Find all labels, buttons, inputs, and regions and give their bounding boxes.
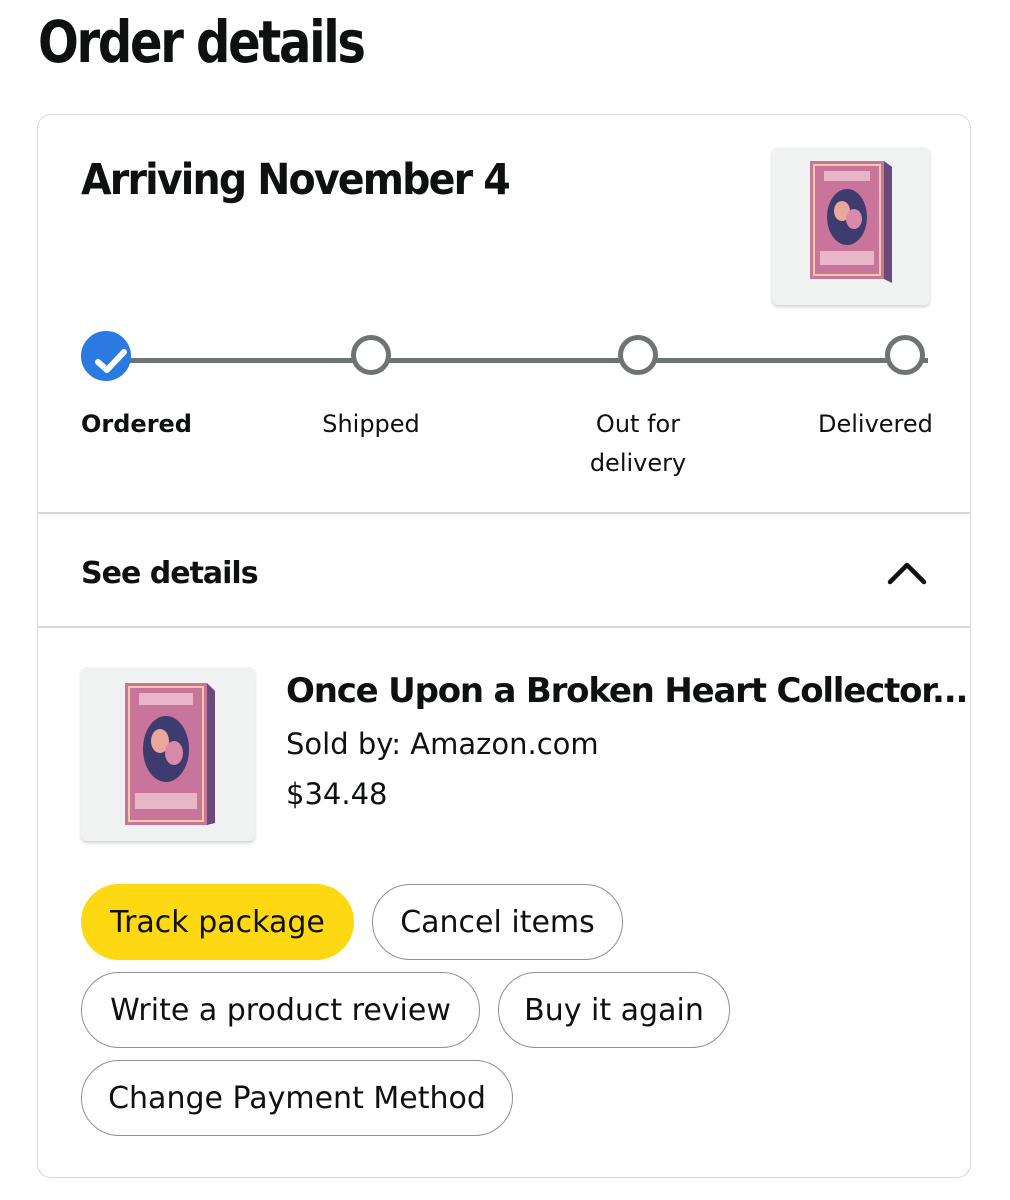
see-details-label: See details (81, 556, 259, 591)
item-title-link[interactable]: Once Upon a Broken Heart Collector... (286, 671, 968, 711)
step-label-ordered: Ordered (81, 410, 192, 438)
item-thumbnail[interactable] (81, 667, 255, 841)
step-shipped-circle-icon (351, 335, 391, 375)
order-card: Arriving November 4 Ordered Shipped Out … (37, 114, 971, 1178)
track-package-button[interactable]: Track package (81, 884, 354, 960)
step-label-shipped: Shipped (322, 410, 420, 438)
item-price: $34.48 (286, 777, 388, 811)
progress-track (128, 358, 928, 363)
book-cover-image (125, 683, 215, 825)
step-label-out-for-delivery: Out for delivery (589, 410, 687, 477)
write-review-button[interactable]: Write a product review (81, 972, 480, 1048)
step-delivered-circle-icon (885, 335, 925, 375)
step-label-delivered: Delivered (818, 410, 933, 438)
divider (38, 626, 970, 628)
cancel-items-button[interactable]: Cancel items (372, 884, 623, 960)
chevron-up-icon[interactable] (884, 557, 930, 587)
arrival-date: Arriving November 4 (81, 155, 511, 205)
divider (38, 512, 970, 514)
step-ordered-check-icon (81, 331, 131, 381)
buy-again-button[interactable]: Buy it again (498, 972, 730, 1048)
step-out-for-delivery-circle-icon (618, 335, 658, 375)
book-cover-image (810, 161, 892, 283)
product-thumbnail[interactable] (772, 147, 930, 305)
shipment-progress-tracker: Ordered Shipped Out for delivery Deliver… (38, 331, 970, 485)
page-title: Order details (38, 8, 366, 76)
change-payment-method-button[interactable]: Change Payment Method (81, 1060, 513, 1136)
item-seller: Sold by: Amazon.com (286, 727, 599, 761)
